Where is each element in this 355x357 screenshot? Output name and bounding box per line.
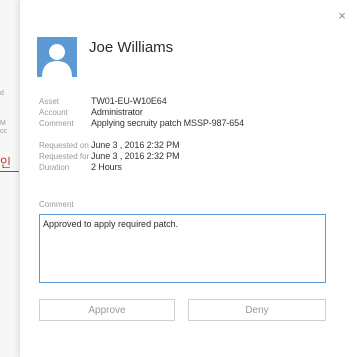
- detail-label: Comment: [39, 119, 74, 128]
- close-icon[interactable]: ×: [335, 9, 349, 23]
- avatar: [37, 37, 77, 77]
- approve-button[interactable]: Approve: [39, 299, 175, 321]
- deny-button[interactable]: Deny: [188, 299, 326, 321]
- detail-row-comment: Comment Applying secruity patch MSSP-987-…: [39, 117, 244, 129]
- detail-value: Applying secruity patch MSSP-987-654: [91, 118, 244, 128]
- comment-field-label: Comment: [39, 200, 74, 209]
- detail-label: Duration: [39, 163, 70, 172]
- background-text-fragment: cc: [0, 128, 7, 135]
- user-silhouette-icon: [42, 44, 72, 77]
- background-link[interactable]: 인: [0, 157, 11, 169]
- comment-input[interactable]: Approved to apply required patch.: [39, 214, 326, 283]
- detail-row-duration: Duration 2 Hours: [39, 161, 122, 173]
- detail-value: 2 Hours: [91, 162, 122, 172]
- screen: d M cc 인 × Joe Williams Asset TW01-EU-W10…: [0, 0, 355, 357]
- background-text-fragment: M: [0, 120, 6, 127]
- background-text-fragment: d: [0, 90, 4, 97]
- requester-name: Joe Williams: [89, 39, 174, 56]
- approval-dialog: × Joe Williams Asset TW01-EU-W10E64 Accou…: [19, 0, 355, 357]
